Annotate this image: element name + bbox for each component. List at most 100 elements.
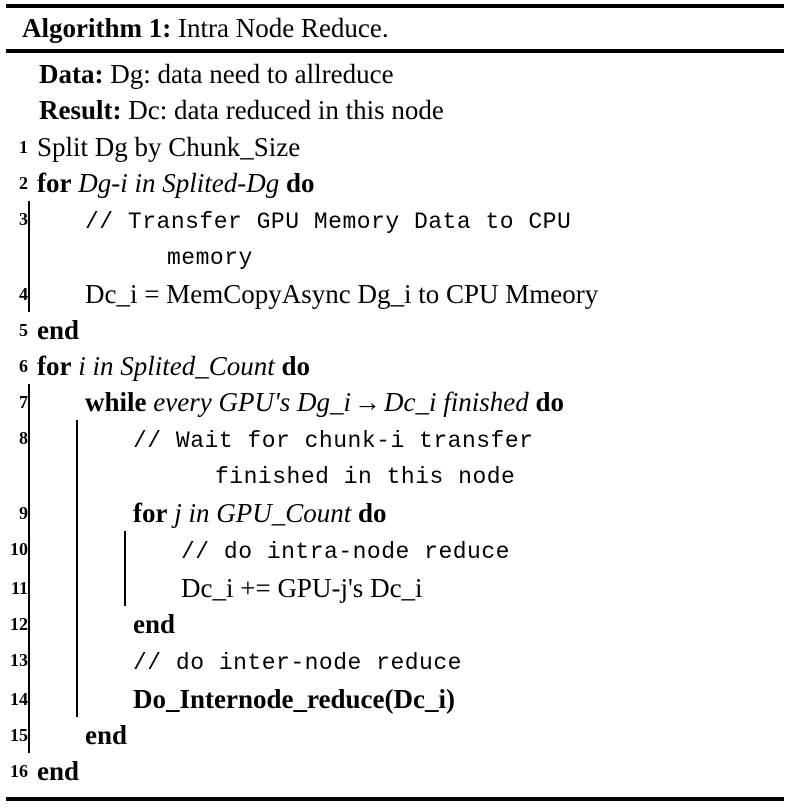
algorithm-block: Algorithm 1: Intra Node Reduce. Data: Dg…	[6, 4, 784, 801]
line-number: 1	[19, 137, 28, 157]
line-number: 10	[10, 539, 28, 559]
line-content: Split Dg by Chunk_Size	[37, 129, 300, 165]
arrow-icon: →	[353, 387, 381, 417]
algorithm-line: 4 Dc_i = MemCopyAsync Dg_i to CPU Mmeory	[6, 276, 784, 312]
line-content: end	[133, 606, 175, 642]
keyword-for: for	[37, 351, 72, 381]
line-code: for j in GPU_Count do	[28, 495, 784, 531]
keyword-do: do	[281, 351, 311, 381]
line-number: 11	[10, 578, 28, 598]
comment-continuation: finished in this node	[215, 464, 516, 490]
line-content: for i in Splited_Count do	[37, 348, 310, 384]
algorithm-label: Algorithm 1:	[22, 13, 172, 43]
line-code: for i in Splited_Count do	[28, 348, 784, 384]
algorithm-line: 2 for Dg-i in Splited-Dg do	[6, 165, 784, 201]
line-code: // do intra-node reduce	[28, 531, 784, 570]
line-number: 15	[10, 725, 28, 745]
line-content: while every GPU's Dg_i → Dc_i finished do	[85, 384, 564, 420]
condition-lhs: every GPU's Dg_i	[153, 387, 351, 417]
line-code: Dc_i += GPU-j's Dc_i	[28, 570, 784, 606]
line-number: 6	[19, 356, 28, 376]
line-content: // Transfer GPU Memory Data to CPU memory	[85, 201, 571, 276]
keyword-do: do	[285, 168, 315, 198]
line-number: 14	[10, 689, 28, 709]
keyword-do: do	[535, 387, 564, 417]
line-content: Dc_i = MemCopyAsync Dg_i to CPU Mmeory	[85, 276, 598, 312]
line-number: 2	[19, 173, 28, 193]
result-label: Result:	[39, 95, 122, 125]
keyword-do: do	[358, 498, 387, 528]
keyword-end: end	[37, 756, 80, 786]
statement-text: Dc_i += GPU-j's Dc_i	[181, 573, 423, 603]
line-number: 12	[10, 614, 28, 634]
line-code: for Dg-i in Splited-Dg do	[28, 165, 784, 201]
comment-continuation: memory	[167, 245, 253, 271]
result-line: Result: Dc: data reduced in this node	[6, 92, 784, 128]
line-code: Dc_i = MemCopyAsync Dg_i to CPU Mmeory	[28, 276, 784, 312]
line-code: while every GPU's Dg_i → Dc_i finished do	[28, 384, 784, 420]
algorithm-line: 5 end	[6, 312, 784, 348]
function-call: Do_Internode_reduce(Dc_i)	[133, 684, 455, 714]
keyword-for: for	[133, 498, 168, 528]
keyword-end: end	[133, 609, 176, 639]
line-code: // Wait for chunk-i transfer finished in …	[28, 420, 784, 495]
line-code: end	[28, 717, 784, 753]
algorithm-caption: Algorithm 1: Intra Node Reduce.	[6, 8, 784, 49]
io-block: Data: Dg: data need to allreduce Result:…	[6, 53, 784, 128]
loop-variable: j in GPU_Count	[174, 498, 352, 528]
comment-text: // do inter-node reduce	[133, 650, 462, 676]
algorithm-line: 12 end	[6, 606, 784, 642]
line-content: // do inter-node reduce	[133, 642, 462, 681]
line-code: Do_Internode_reduce(Dc_i)	[28, 681, 784, 717]
line-number: 16	[10, 761, 28, 781]
algorithm-line: 10 // do intra-node reduce	[6, 531, 784, 570]
algorithm-line: 13 // do inter-node reduce	[6, 642, 784, 681]
comment-text: // Wait for chunk-i transfer	[133, 428, 534, 454]
line-number: 4	[19, 284, 28, 304]
line-content: // do intra-node reduce	[181, 531, 510, 570]
line-number: 9	[19, 503, 28, 523]
line-content: end	[85, 717, 127, 753]
data-label: Data:	[39, 59, 104, 89]
algorithm-line: 1 Split Dg by Chunk_Size	[6, 129, 784, 165]
statement-text: Split Dg by Chunk_Size	[37, 132, 301, 162]
bottom-rule	[6, 797, 784, 801]
line-content: Dc_i += GPU-j's Dc_i	[181, 570, 423, 606]
algorithm-line: 9 for j in GPU_Count do	[6, 495, 784, 531]
line-number: 3	[19, 209, 28, 229]
line-content: Do_Internode_reduce(Dc_i)	[133, 681, 455, 717]
line-content: for Dg-i in Splited-Dg do	[37, 165, 315, 201]
algorithm-line: 15 end	[6, 717, 784, 753]
keyword-end: end	[85, 720, 128, 750]
line-code: Split Dg by Chunk_Size	[28, 129, 784, 165]
comment-text: // do intra-node reduce	[181, 539, 510, 565]
line-number: 7	[19, 392, 28, 412]
line-content: // Wait for chunk-i transfer finished in …	[133, 420, 533, 495]
algorithm-title: Intra Node Reduce.	[177, 13, 389, 43]
comment-text: // Transfer GPU Memory Data to CPU	[85, 209, 572, 235]
condition-rhs: Dc_i finished	[383, 387, 529, 417]
loop-variable: i in Splited_Count	[78, 351, 275, 381]
data-line: Data: Dg: data need to allreduce	[6, 56, 784, 92]
line-number: 13	[10, 650, 28, 670]
algorithm-line: 3 // Transfer GPU Memory Data to CPU memor…	[6, 201, 784, 276]
line-number: 8	[19, 428, 28, 448]
algorithm-line: 7 while every GPU's Dg_i → Dc_i finished do	[6, 384, 784, 420]
algorithm-line: 14 Do_Internode_reduce(Dc_i)	[6, 681, 784, 717]
line-content: end	[37, 753, 79, 789]
algorithm-line: 6 for i in Splited_Count do	[6, 348, 784, 384]
line-code: // Transfer GPU Memory Data to CPU memory	[28, 201, 784, 276]
line-number: 5	[19, 320, 28, 340]
algorithm-lines: 1 Split Dg by Chunk_Size 2 for Dg-i in Spli…	[6, 128, 784, 789]
algorithm-line: 11 Dc_i += GPU-j's Dc_i	[6, 570, 784, 606]
loop-variable: Dg-i in Splited-Dg	[78, 168, 280, 198]
algorithm-line: 8 // Wait for chunk-i transfer finished in…	[6, 420, 784, 495]
algorithm-line: 16 end	[6, 753, 784, 789]
result-value: Dc: data reduced in this node	[128, 95, 444, 125]
data-value: Dg: data need to allreduce	[110, 59, 394, 89]
line-code: end	[28, 312, 784, 348]
line-code: // do inter-node reduce	[28, 642, 784, 681]
line-code: end	[28, 753, 784, 789]
line-code: end	[28, 606, 784, 642]
keyword-while: while	[85, 387, 147, 417]
